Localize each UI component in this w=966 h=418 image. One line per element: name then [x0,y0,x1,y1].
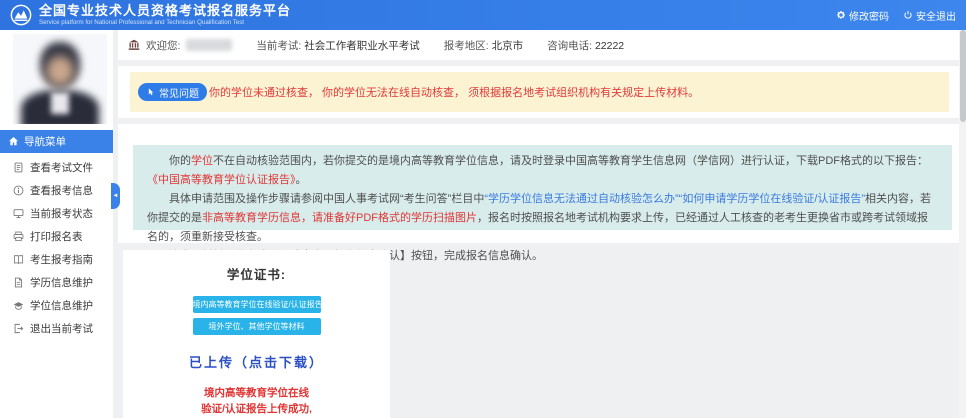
sidebar: 导航菜单 查看考试文件 查看报考信息 当前报考状态 打印报名表 考生报考指南 学… [0,30,113,418]
power-icon [903,10,913,20]
sidebar-menu-header: 导航菜单 [0,130,113,153]
warning-text: 你的学位未通过核查， 你的学位无法在线自动核查， 须根据报名地考试组织机构有关规… [209,84,699,100]
degree-certificate-card: 学位证书: 境内高等教育学位在线验证/认证报告 境外学位、其他学位等材料 已上传… [123,250,390,418]
app-title: 全国专业技术人员资格考试报名服务平台 [39,4,291,18]
logout-icon [13,323,24,334]
sidebar-nav: 查看考试文件 查看报考信息 当前报考状态 打印报名表 考生报考指南 学历信息维护… [0,156,113,340]
notice-panel: 常见问题 你的学位未通过核查， 你的学位无法在线自动核查， 须根据报名地考试组织… [118,66,959,118]
sidebar-item-current-status[interactable]: 当前报考状态 [0,202,113,225]
hand-pointer-icon [146,87,155,97]
file-text-icon [13,277,24,288]
sidebar-item-degree-info[interactable]: 学位信息维护 [0,294,113,317]
degree-certificate-title: 学位证书: [123,264,390,283]
printer-icon [13,231,24,242]
bank-icon [128,39,140,51]
instructions-box: 你的学位不在自动核验范围内，若你提交的是境内高等教育学位信息，请及时登录中国高等… [133,145,952,230]
safe-exit-button[interactable]: 安全退出 [903,8,956,23]
app-header: 全国专业技术人员资格考试报名服务平台 Service platform for … [0,0,966,30]
phone-value: 22222 [595,40,624,52]
change-password-button[interactable]: 修改密码 [836,8,889,23]
domestic-degree-report-button[interactable]: 境内高等教育学位在线验证/认证报告 [193,296,321,313]
warning-banner: 常见问题 你的学位未通过核查， 你的学位无法在线自动核查， 须根据报名地考试组织… [130,72,949,112]
sidebar-item-exit-exam[interactable]: 退出当前考试 [0,317,113,340]
monitor-icon [13,208,24,219]
overseas-degree-materials-button[interactable]: 境外学位、其他学位等材料 [193,318,321,335]
faq-button[interactable]: 常见问题 [138,83,207,101]
uploaded-download-link[interactable]: 已上传（点击下载） [123,352,390,371]
instruction-paragraph-2: 具体申请范围及操作步骤请参阅中国人事考试网“考生问答”栏目中“学历学位信息无法通… [147,190,938,247]
graduation-cap-icon [13,300,24,311]
region-value: 北京市 [492,40,524,52]
book-icon [13,254,24,265]
sidebar-item-education-info[interactable]: 学历信息维护 [0,271,113,294]
welcome-label: 欢迎您: [146,38,180,53]
home-icon [8,136,19,147]
sidebar-item-exam-files[interactable]: 查看考试文件 [0,156,113,179]
gear-icon [836,10,846,20]
sidebar-item-registration-info[interactable]: 查看报考信息 [0,179,113,202]
candidate-name-redacted [186,39,232,51]
document-icon [13,162,24,173]
instructions-panel: 你的学位不在自动核验范围内，若你提交的是境内高等教育学位信息，请及时登录中国高等… [118,124,959,243]
vertical-scrollbar[interactable] [959,30,966,418]
sidebar-collapse-handle[interactable]: ◄ [111,183,120,209]
sidebar-item-print-form[interactable]: 打印报名表 [0,225,113,248]
sidebar-item-candidate-guide[interactable]: 考生报考指南 [0,248,113,271]
instruction-paragraph-1: 你的学位不在自动核验范围内，若你提交的是境内高等教育学位信息，请及时登录中国高等… [147,152,938,190]
scrollbar-thumb[interactable] [960,30,966,122]
app-subtitle: Service platform for National Profession… [39,19,278,26]
info-icon [13,185,24,196]
welcome-bar: 欢迎您: 当前考试: 社会工作者职业水平考试 报考地区: 北京市 咨询电话: 2… [118,30,959,60]
candidate-photo [13,34,107,124]
current-exam-value: 社会工作者职业水平考试 [304,40,420,52]
platform-logo-icon [10,4,32,26]
upload-status-text: 境内高等教育学位在线 验证/认证报告上传成功, 如需修改请重新上传 [123,385,390,418]
main-content: 欢迎您: 当前考试: 社会工作者职业水平考试 报考地区: 北京市 咨询电话: 2… [118,30,959,418]
